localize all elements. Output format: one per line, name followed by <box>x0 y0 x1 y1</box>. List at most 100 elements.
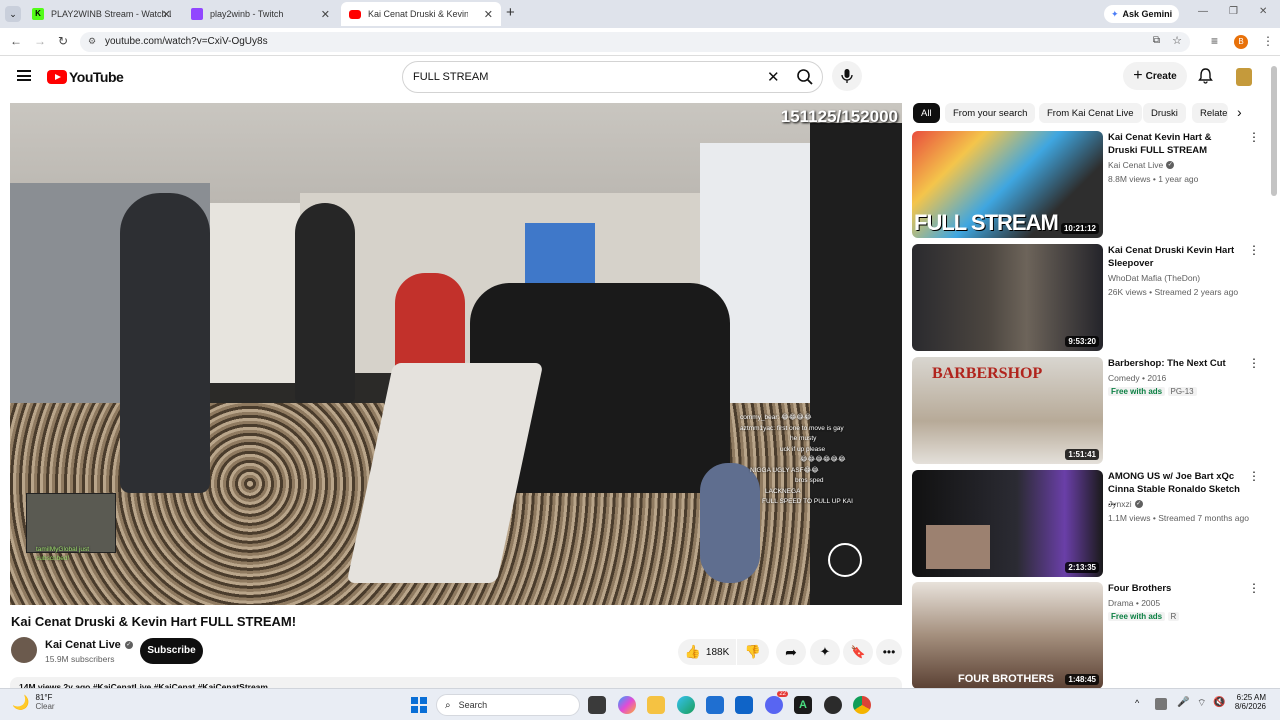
profile-avatar[interactable]: B <box>1234 35 1248 49</box>
close-icon[interactable]: ✕ <box>321 8 330 21</box>
microphone-icon[interactable]: 🎤 <box>1177 697 1189 708</box>
video-thumbnail[interactable]: FOUR BROTHERS 1:48:45 <box>912 582 1103 689</box>
weather-widget[interactable]: 🌙 81°F Clear <box>12 693 55 711</box>
clock[interactable]: 6:25 AM 8/6/2026 <box>1232 693 1266 711</box>
install-app-icon[interactable]: ⧉ <box>1153 35 1160 46</box>
page-scrollbar[interactable] <box>1271 66 1277 196</box>
volume-muted-icon[interactable]: 🔇 <box>1213 697 1225 708</box>
stream-chat-overlay: commy_bear: 😂😂😂😂 aztmm1yac: first one to… <box>740 413 900 508</box>
bang-watermark-logo <box>828 543 862 577</box>
channel-name: Jynxzi ✓ <box>1108 499 1143 509</box>
chip-all[interactable]: All <box>913 103 940 123</box>
new-tab-button[interactable]: + <box>506 4 515 21</box>
like-button[interactable]: 👍 188K <box>678 639 736 665</box>
restore-button[interactable]: ❐ <box>1229 6 1238 17</box>
chip-druski[interactable]: Druski <box>1143 103 1186 123</box>
account-avatar[interactable] <box>1236 68 1252 86</box>
taskbar-search[interactable]: ⌕ Search <box>436 694 580 716</box>
chip-from-your-search[interactable]: From your search <box>945 103 1036 123</box>
chip-from-kai-cenat-live[interactable]: From Kai Cenat Live <box>1039 103 1142 123</box>
video-meta: 1.1M views • Streamed 7 months ago <box>1108 513 1249 523</box>
ask-gemini-button[interactable]: ✦ Ask Gemini <box>1104 5 1180 23</box>
share-button[interactable]: ➦ <box>776 639 806 665</box>
obs-icon[interactable] <box>824 696 842 714</box>
movie-genre-year: Drama • 2005 <box>1108 598 1161 608</box>
clear-search-icon[interactable]: ✕ <box>767 68 780 86</box>
subscriber-alert: tamilMyGlobal just subscribed! <box>36 546 90 562</box>
recommended-video[interactable]: BARBERSHOP 1:51:41 Barbershop: The Next … <box>912 357 1264 465</box>
recommended-video[interactable]: 2:13:35 AMONG US w/ Joe Bart xQc Cinna S… <box>912 470 1264 578</box>
more-vertical-icon[interactable]: ⋮ <box>1248 582 1260 594</box>
close-icon[interactable]: ✕ <box>484 8 493 21</box>
chat-line: NIGGA UGLY ASF😂😂 <box>750 466 819 474</box>
chevron-right-icon[interactable]: › <box>1237 104 1242 120</box>
more-vertical-icon[interactable]: ⋮ <box>1248 470 1260 482</box>
site-info-icon[interactable]: ⚙ <box>88 36 96 47</box>
video-thumbnail[interactable]: 9:53:20 <box>912 244 1103 351</box>
video-thumbnail[interactable]: BARBERSHOP 1:51:41 <box>912 357 1103 464</box>
discord-icon[interactable]: 22 <box>765 691 788 714</box>
subscribe-button[interactable]: Subscribe <box>140 638 203 664</box>
youtube-icon <box>349 9 361 19</box>
wifi-icon[interactable]: ⌔ <box>1197 697 1206 710</box>
start-button[interactable] <box>411 697 427 713</box>
ask-ai-button[interactable]: ✦ <box>810 639 840 665</box>
video-thumbnail[interactable]: FULL STREAM 10:21:12 <box>912 131 1103 238</box>
browser-tab-bar: ⌄ K PLAY2WINB Stream - Watch Liv ✕ play2… <box>0 0 1280 28</box>
scene-door <box>210 203 300 383</box>
video-thumbnail[interactable]: 2:13:35 <box>912 470 1103 577</box>
file-explorer-icon[interactable] <box>647 696 665 714</box>
video-player[interactable]: 151125/152000 commy_bear: 😂😂😂😂 aztmm1yac… <box>10 103 902 605</box>
voice-search-button[interactable] <box>832 61 862 91</box>
dislike-button[interactable]: 👎 <box>737 639 769 665</box>
tab-twitch[interactable]: play2winb - Twitch ✕ <box>183 2 338 26</box>
search-button[interactable] <box>795 66 817 88</box>
forward-icon[interactable]: → <box>34 34 46 48</box>
video-duration: 9:53:20 <box>1065 336 1099 347</box>
search-input[interactable]: FULL STREAM ✕ <box>402 61 823 93</box>
close-window-button[interactable]: ✕ <box>1259 6 1267 17</box>
create-button[interactable]: + Create <box>1123 62 1187 90</box>
close-icon[interactable]: ✕ <box>162 8 171 21</box>
edge-icon[interactable] <box>677 696 695 714</box>
copilot-icon[interactable] <box>618 696 636 714</box>
media-controls-icon[interactable]: ≡ <box>1211 34 1218 48</box>
tab-list-button[interactable]: ⌄ <box>5 6 21 22</box>
task-view-icon[interactable] <box>588 696 606 714</box>
bookmark-star-icon[interactable]: ☆ <box>1172 34 1182 47</box>
tray-chevron-icon[interactable]: ^ <box>1135 698 1139 708</box>
hamburger-menu-icon[interactable] <box>17 70 31 81</box>
more-vertical-icon[interactable]: ⋮ <box>1248 244 1260 256</box>
channel-name[interactable]: Kai Cenat Live ✓ <box>45 639 133 651</box>
more-vertical-icon[interactable]: ⋮ <box>1248 357 1260 369</box>
twitch-icon <box>191 8 203 20</box>
browser-menu-icon[interactable]: ⋮ <box>1262 34 1274 48</box>
clock-date: 8/6/2026 <box>1234 702 1266 711</box>
recommended-video[interactable]: FULL STREAM 10:21:12 Kai Cenat Kevin Har… <box>912 131 1264 239</box>
clock-time: 6:25 AM <box>1236 693 1266 702</box>
store-icon[interactable] <box>706 696 724 714</box>
app-icon[interactable]: A <box>794 696 812 714</box>
more-actions-button[interactable]: ••• <box>876 639 902 665</box>
tab-youtube[interactable]: Kai Cenat Druski & Kevin H ✕ <box>341 2 501 26</box>
channel-avatar[interactable] <box>11 637 37 663</box>
chat-line: FULL SPEED TO PULL UP KAI <box>762 498 853 505</box>
chip-related[interactable]: Relate <box>1192 103 1228 123</box>
video-title: Kai Cenat Druski & Kevin Hart FULL STREA… <box>11 614 297 629</box>
reload-icon[interactable]: ↻ <box>58 34 68 48</box>
search-icon: ⌕ <box>445 699 451 711</box>
tab-kick[interactable]: K PLAY2WINB Stream - Watch Liv ✕ <box>24 2 179 26</box>
recommended-video[interactable]: FOUR BROTHERS 1:48:45 Four Brothers Dram… <box>912 582 1264 690</box>
chrome-icon[interactable] <box>853 696 871 714</box>
chat-line: commy_bear: 😂😂😂😂 <box>740 414 812 421</box>
tray-app-icon[interactable] <box>1155 698 1167 710</box>
back-icon[interactable]: ← <box>10 34 22 48</box>
address-bar[interactable]: ⚙ youtube.com/watch?v=CxiV-OgUy8s ⧉ ☆ <box>80 32 1190 52</box>
notifications-button[interactable] <box>1195 66 1215 86</box>
youtube-logo[interactable]: YouTube <box>47 69 124 85</box>
more-vertical-icon[interactable]: ⋮ <box>1248 131 1260 143</box>
outlook-icon[interactable] <box>735 696 753 714</box>
recommended-video[interactable]: 9:53:20 Kai Cenat Druski Kevin Hart Slee… <box>912 244 1264 352</box>
minimize-button[interactable]: — <box>1198 6 1208 17</box>
save-button[interactable]: 🔖 <box>843 639 873 665</box>
